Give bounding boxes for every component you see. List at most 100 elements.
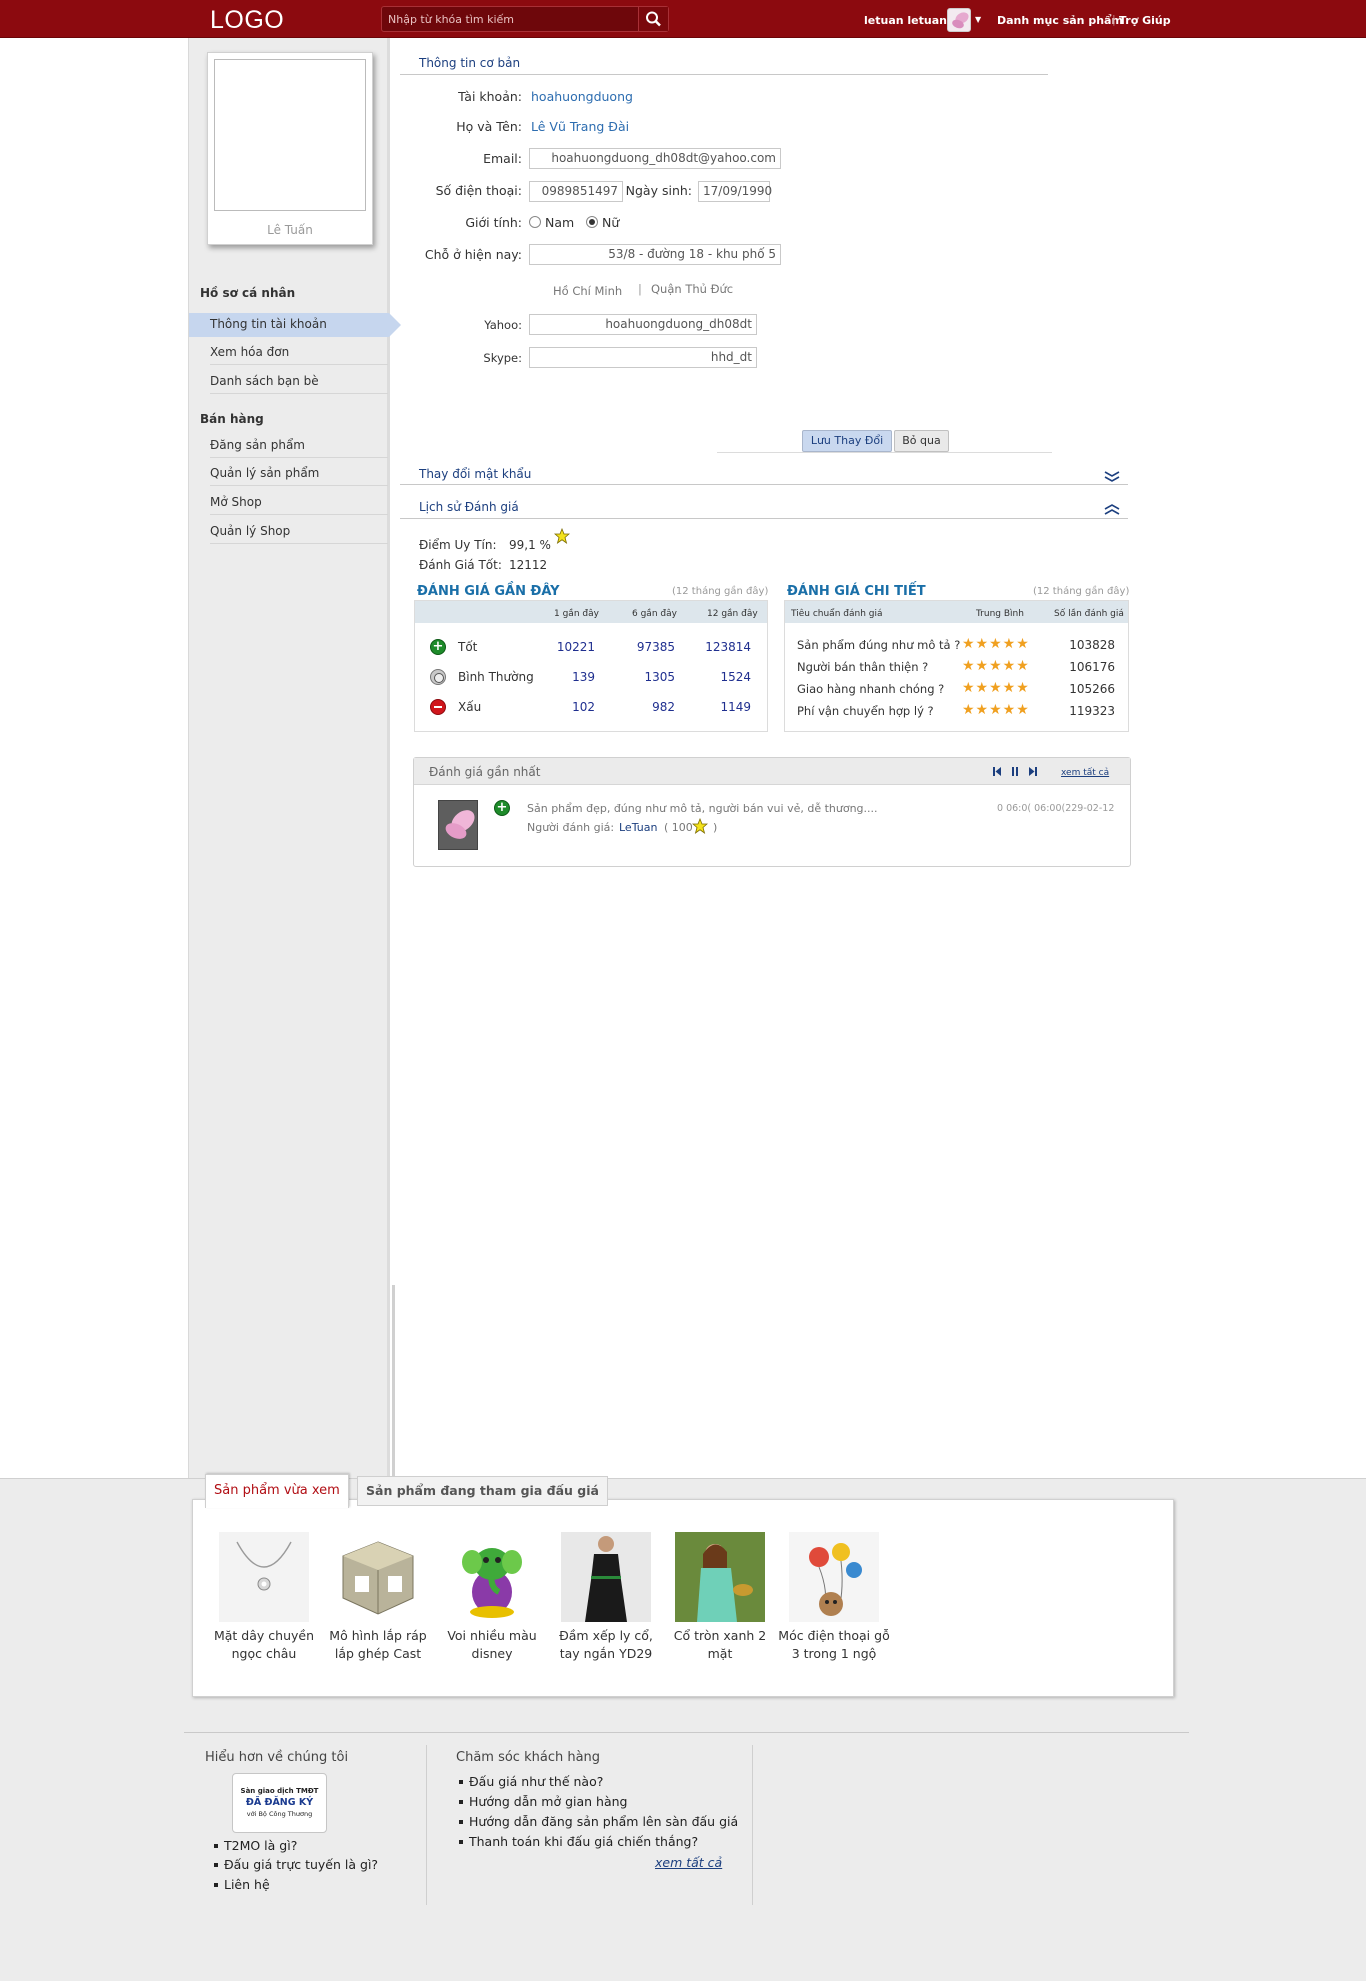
search-box bbox=[381, 6, 669, 32]
product-image[interactable] bbox=[219, 1532, 309, 1622]
badge-line: Sàn giao dịch TMĐT bbox=[240, 1787, 319, 1795]
table-cell: 102 bbox=[572, 700, 595, 714]
reviewer-score: ( 100 bbox=[664, 821, 693, 834]
view-all-link[interactable]: xem tất cả bbox=[1061, 768, 1109, 778]
nav-category-link[interactable]: Danh mục sản phẩm bbox=[997, 14, 1123, 27]
divider bbox=[717, 452, 1052, 453]
email-field[interactable]: hoahuongduong_dh08dt@yahoo.com bbox=[529, 148, 781, 169]
yahoo-label: Yahoo: bbox=[484, 318, 522, 332]
product-image[interactable] bbox=[789, 1532, 879, 1622]
registration-badge[interactable]: Sàn giao dịch TMĐT ĐÃ ĐĂNG KÝ với Bộ Côn… bbox=[232, 1773, 327, 1833]
product-name[interactable]: Mô hình lắp ráp lắp ghép Cast bbox=[322, 1627, 434, 1663]
footer-link[interactable]: Đấu giá như thế nào? bbox=[458, 1774, 603, 1789]
city-select[interactable]: Hồ Chí Minh bbox=[553, 284, 622, 298]
gender-male-radio[interactable] bbox=[529, 216, 541, 228]
table-cell: 10221 bbox=[556, 640, 595, 654]
email-label: Email: bbox=[483, 151, 522, 166]
sidebar-item-friends[interactable]: Danh sách bạn bè bbox=[210, 370, 388, 394]
product-name[interactable]: Móc điện thoại gỗ 3 trong 1 ngộ bbox=[778, 1627, 890, 1663]
cancel-button[interactable]: Bỏ qua bbox=[894, 430, 949, 452]
sidebar-item-manage-products[interactable]: Quản lý sản phẩm bbox=[210, 462, 388, 486]
collapse-icon[interactable] bbox=[1103, 503, 1121, 517]
birth-label: Ngày sinh: bbox=[625, 183, 692, 198]
sidebar-item-manage-shop[interactable]: Quản lý Shop bbox=[210, 520, 388, 544]
latest-rating-title: Đánh giá gần nhất bbox=[429, 765, 541, 779]
product-name[interactable]: Đầm xếp ly cổ, tay ngắn YD29 bbox=[550, 1627, 662, 1663]
reviewer-score-close: ) bbox=[713, 821, 718, 834]
sidebar-item-post-product[interactable]: Đăng sản phẩm bbox=[210, 434, 388, 458]
search-button[interactable] bbox=[638, 7, 668, 31]
footer-divider bbox=[752, 1745, 753, 1905]
table-cell: 1524 bbox=[720, 670, 751, 684]
phone-field[interactable]: 0989851497 bbox=[529, 181, 623, 202]
yahoo-field[interactable]: hoahuongduong_dh08dt bbox=[529, 314, 757, 335]
reputation-label: Điểm Uy Tín: bbox=[419, 538, 497, 552]
gender-label: Giới tính: bbox=[465, 215, 522, 230]
user-avatar[interactable] bbox=[947, 8, 971, 32]
reviewer-name-link[interactable]: LeTuan bbox=[619, 821, 657, 834]
footer-view-all-link[interactable]: xem tất cả bbox=[655, 1855, 722, 1870]
product-name[interactable]: Cổ tròn xanh 2 mặt bbox=[664, 1627, 776, 1663]
search-input[interactable] bbox=[388, 10, 628, 28]
rating-stars: ★★★★★ bbox=[962, 658, 1030, 674]
sidebar-item-account-info[interactable]: Thông tin tài khoản bbox=[189, 313, 389, 337]
reviewer-label: Người đánh giá: bbox=[527, 821, 615, 834]
rating-history-title[interactable]: Lịch sử Đánh giá bbox=[419, 500, 519, 514]
detail-ratings-table: Tiêu chuẩn đánh giá Trung Bình Số lần đá… bbox=[784, 600, 1129, 732]
address-label: Chỗ ở hiện nay: bbox=[424, 247, 522, 262]
product-name[interactable]: Mặt dây chuyền ngọc châu bbox=[208, 1627, 320, 1663]
expand-icon[interactable] bbox=[1103, 469, 1121, 483]
table-cell: 139 bbox=[572, 670, 595, 684]
product-image[interactable] bbox=[447, 1532, 537, 1622]
minus-icon bbox=[430, 699, 446, 715]
phone-label: Số điện thoại: bbox=[435, 183, 522, 198]
user-menu-name[interactable]: letuan letuan... bbox=[864, 14, 960, 27]
badge-line: ĐÃ ĐĂNG KÝ bbox=[245, 1797, 314, 1808]
product-name[interactable]: Voi nhiều màu disney bbox=[436, 1627, 548, 1663]
reputation-value: 99,1 % bbox=[509, 538, 551, 552]
last-page-icon[interactable] bbox=[1028, 766, 1038, 777]
address-field[interactable]: 53/8 - đường 18 - khu phố 5 bbox=[529, 244, 781, 265]
good-rating-value: 12112 bbox=[509, 558, 548, 572]
tab-auction-products[interactable]: Sản phẩm đang tham gia đấu giá bbox=[357, 1476, 608, 1506]
chevron-down-icon[interactable]: ▼ bbox=[975, 15, 981, 24]
avatar-image[interactable] bbox=[214, 59, 366, 211]
table-cell: 119323 bbox=[1069, 704, 1115, 718]
footer-link[interactable]: Đấu giá trực tuyến là gì? bbox=[213, 1857, 378, 1872]
detail-ratings-note: (12 tháng gần đây) bbox=[1033, 586, 1130, 597]
birthdate-field[interactable]: 17/09/1990 bbox=[698, 181, 772, 202]
latest-rating-box: Đánh giá gần nhất xem tất cả + Sản phẩm … bbox=[413, 757, 1131, 867]
reviewer-avatar[interactable] bbox=[438, 800, 478, 850]
footer-link[interactable]: Thanh toán khi đấu giá chiến thắng? bbox=[458, 1834, 698, 1849]
good-rating-label: Đánh Giá Tốt: bbox=[419, 558, 502, 572]
save-changes-button[interactable]: Lưu Thay Đổi bbox=[802, 430, 892, 452]
product-image[interactable] bbox=[561, 1532, 651, 1622]
footer-link[interactable]: T2MO là gì? bbox=[213, 1838, 297, 1853]
rating-stars: ★★★★★ bbox=[962, 702, 1030, 718]
sidebar-item-invoices[interactable]: Xem hóa đơn bbox=[210, 341, 388, 365]
recent-ratings-title: ĐÁNH GIÁ GẦN ĐÂY bbox=[417, 584, 560, 599]
sidebar-item-open-shop[interactable]: Mở Shop bbox=[210, 491, 388, 515]
nav-help-link[interactable]: Trợ Giúp bbox=[1119, 14, 1171, 27]
gender-female-radio[interactable] bbox=[586, 216, 598, 228]
rating-comment: Sản phẩm đẹp, đúng như mô tả, người bán … bbox=[527, 802, 878, 815]
criterion-label: Phí vận chuyển hợp lý ? bbox=[797, 704, 934, 718]
footer-link[interactable]: Hướng dẫn mở gian hàng bbox=[459, 1794, 628, 1809]
detail-ratings-title: ĐÁNH GIÁ CHI TIẾT bbox=[787, 584, 926, 599]
table-cell: 106176 bbox=[1069, 660, 1115, 674]
product-image[interactable] bbox=[675, 1532, 765, 1622]
district-select[interactable]: Quận Thủ Đức bbox=[651, 282, 733, 296]
fullname-label: Họ và Tên: bbox=[456, 119, 522, 134]
footer-link[interactable]: Liên hệ bbox=[214, 1877, 270, 1892]
rating-label-good: Tốt bbox=[458, 640, 478, 654]
first-page-icon[interactable] bbox=[992, 766, 1002, 777]
product-image[interactable] bbox=[333, 1532, 423, 1622]
change-password-title[interactable]: Thay đổi mật khẩu bbox=[419, 467, 531, 481]
avatar-card: Lê Tuấn bbox=[207, 52, 373, 245]
skype-field[interactable]: hhd_dt bbox=[529, 347, 757, 368]
logo[interactable]: LOGO bbox=[210, 6, 284, 35]
pause-icon[interactable] bbox=[1010, 766, 1020, 777]
footer-link[interactable]: Hướng dẫn đăng sản phẩm lên sàn đấu giá bbox=[458, 1814, 738, 1829]
tab-viewed-products[interactable]: Sản phẩm vừa xem bbox=[205, 1474, 349, 1508]
nav-separator: | bbox=[1112, 13, 1116, 26]
